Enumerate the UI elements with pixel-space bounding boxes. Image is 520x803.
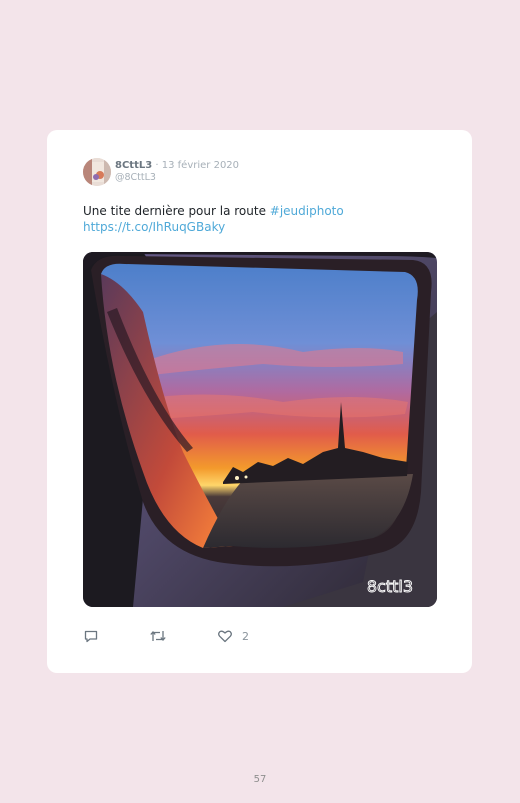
tweet-author-line: 8CttL3 · 13 février 2020 [115, 159, 239, 172]
heart-icon [218, 630, 232, 643]
separator-dot: · [155, 160, 159, 171]
avatar-image [83, 158, 111, 186]
retweet-icon [150, 631, 166, 641]
avatar[interactable] [83, 158, 111, 186]
tweet-date[interactable]: 13 février 2020 [162, 160, 239, 171]
like-button[interactable]: 2 [217, 627, 249, 645]
tweet-text: Une tite dernière pour la route #jeudiph… [83, 203, 443, 235]
photo-watermark: 8cttl3 [367, 577, 413, 596]
hashtag-link[interactable]: #jeudiphoto [270, 204, 344, 218]
username[interactable]: 8CttL3 [115, 160, 152, 171]
sunset-mirror-photo: 8cttl3 [83, 252, 437, 607]
reply-icon [84, 630, 98, 643]
tweet-text-body: Une tite dernière pour la route [83, 204, 270, 218]
tweet-url-link[interactable]: https://t.co/IhRuqGBaky [83, 220, 225, 234]
tweet-photo[interactable]: 8cttl3 [83, 252, 437, 607]
retweet-button[interactable] [149, 627, 167, 645]
like-count: 2 [242, 629, 249, 643]
tweet-actions: 2 [83, 627, 443, 647]
reply-button[interactable] [83, 627, 99, 645]
page-number: 57 [253, 774, 267, 785]
tweet-card: 8CttL3 · 13 février 2020 @8CttL3 Une tit… [47, 130, 472, 673]
user-handle[interactable]: @8CttL3 [115, 172, 156, 184]
